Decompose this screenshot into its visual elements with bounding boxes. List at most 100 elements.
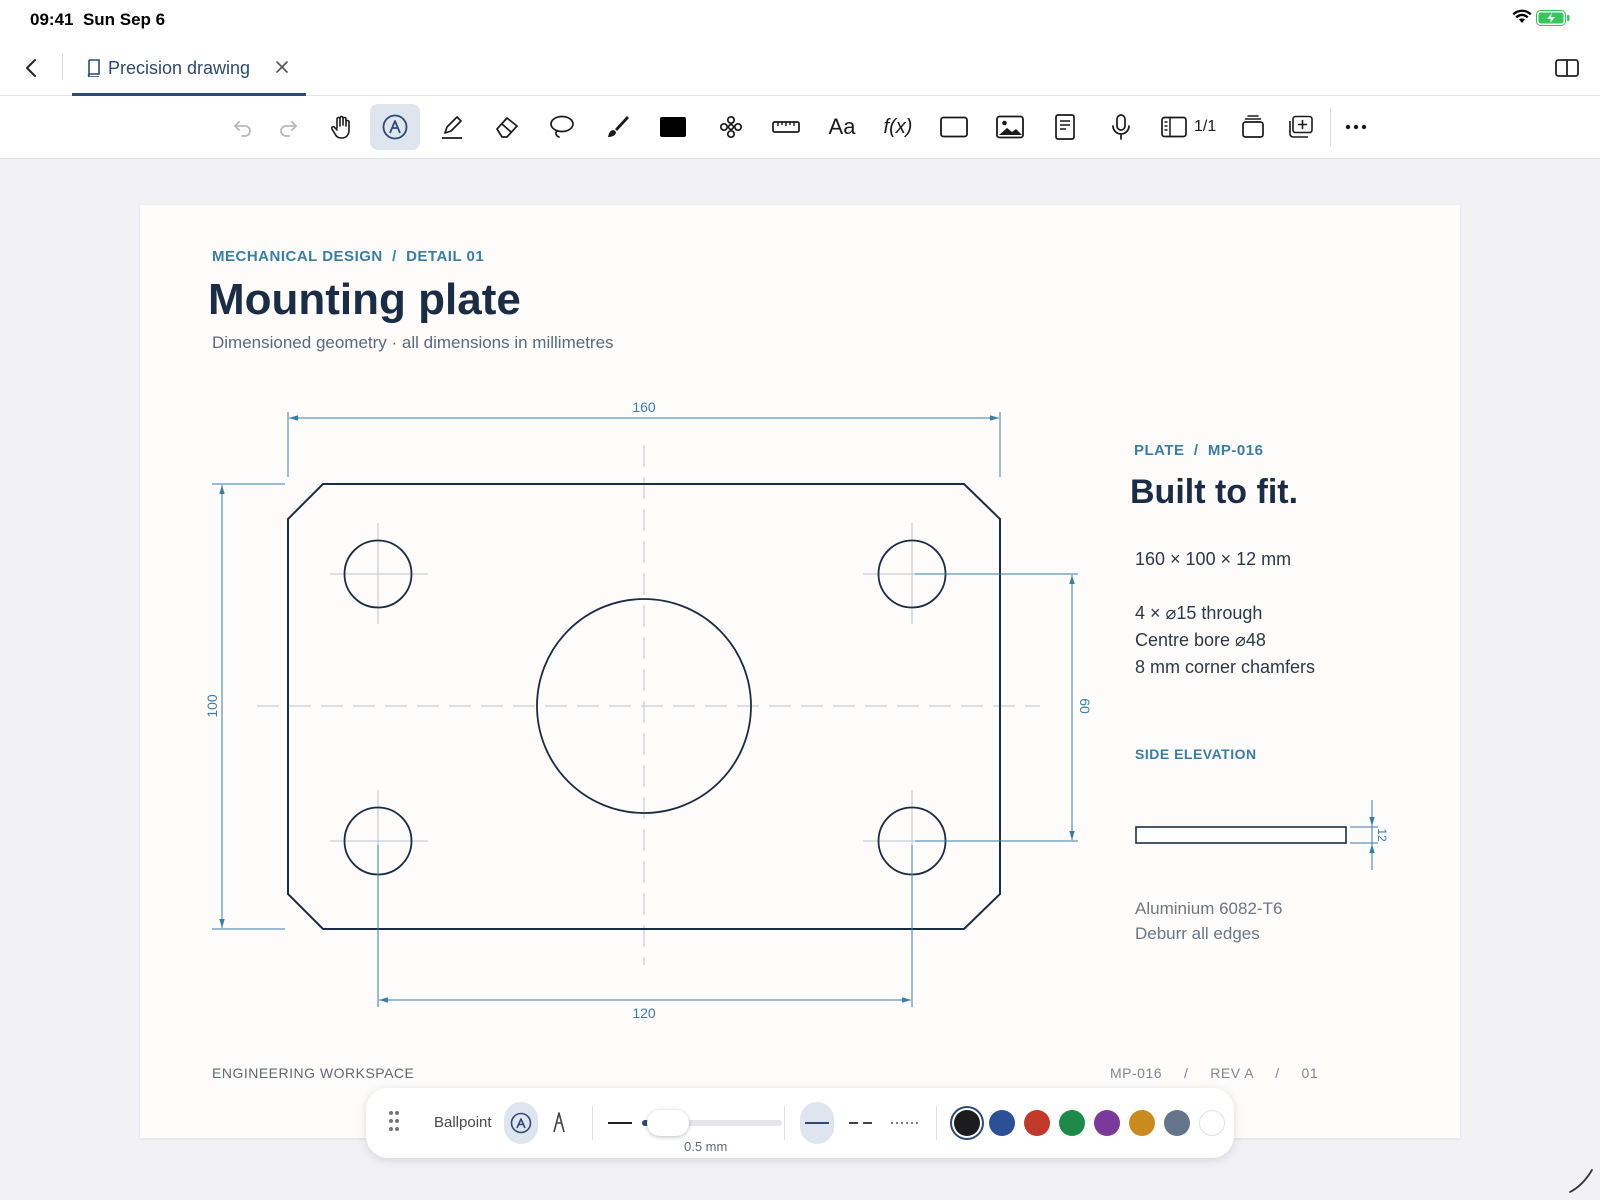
text-tool[interactable]: Aa bbox=[817, 104, 867, 150]
swatch-color-purple[interactable] bbox=[1094, 1110, 1120, 1136]
frame-icon bbox=[940, 116, 968, 138]
dimension-lines bbox=[212, 412, 1078, 1007]
footer-workspace: ENGINEERING WORKSPACE bbox=[212, 1065, 415, 1081]
pen-tool[interactable] bbox=[370, 104, 420, 150]
dimension-thickness: 12 bbox=[1375, 828, 1389, 842]
drawing-page[interactable]: MECHANICAL DESIGN / DETAIL 01 Mounting p… bbox=[140, 205, 1460, 1138]
page-icon bbox=[1055, 114, 1075, 140]
line-style-solid[interactable] bbox=[800, 1102, 834, 1144]
ballpoint-icon bbox=[510, 1112, 532, 1134]
tab-precision-drawing[interactable]: Precision drawing bbox=[72, 38, 306, 96]
spec-bore: Centre bore ⌀48 bbox=[1135, 630, 1266, 650]
add-page-tool[interactable] bbox=[1276, 104, 1326, 150]
microphone-icon bbox=[1112, 114, 1130, 140]
hand-tool[interactable] bbox=[316, 104, 366, 150]
page-layout-icon bbox=[1161, 116, 1187, 138]
status-time: 09:41 Sun Sep 6 bbox=[30, 10, 166, 29]
filled-rectangle-icon bbox=[660, 117, 686, 137]
redo-button[interactable] bbox=[263, 104, 313, 150]
hand-icon bbox=[330, 115, 350, 139]
toolbar: Aa f(x) 1/1 bbox=[0, 96, 1600, 159]
pen-settings-panel: Ballpoint 0.5 mm bbox=[366, 1088, 1234, 1158]
sticker-tool[interactable] bbox=[706, 104, 756, 150]
dimension-hole-spacing-x: 120 bbox=[632, 1005, 656, 1021]
spec-tag: PLATE / MP-016 bbox=[1134, 442, 1264, 459]
tab-label: Precision drawing bbox=[108, 58, 251, 78]
page-count: 1/1 bbox=[1194, 118, 1217, 135]
fountain-pen-icon bbox=[553, 1112, 565, 1133]
dimension-hole-spacing-y: 60 bbox=[1077, 698, 1093, 714]
swatch-color-grey[interactable] bbox=[1164, 1110, 1190, 1136]
sticker-icon bbox=[719, 115, 743, 139]
wifi-icon bbox=[1512, 9, 1532, 30]
fountain-pen-button[interactable] bbox=[550, 1110, 568, 1139]
highlighter-tool[interactable] bbox=[427, 104, 477, 150]
status-bar: 09:41 Sun Sep 6 bbox=[0, 0, 1600, 38]
pencil-stroke-icon bbox=[1568, 1168, 1594, 1199]
lasso-tool[interactable] bbox=[537, 104, 587, 150]
spec-holes: 4 × ⌀15 through bbox=[1135, 603, 1263, 623]
ruler-tool[interactable] bbox=[761, 104, 811, 150]
chevron-left-icon bbox=[26, 59, 36, 77]
thickness-dimension bbox=[1350, 800, 1378, 870]
swatch-color-black[interactable] bbox=[954, 1110, 980, 1136]
eraser-tool[interactable] bbox=[482, 104, 532, 150]
line-style-dotted[interactable] bbox=[888, 1102, 922, 1144]
side-elevation-plate bbox=[1135, 826, 1347, 844]
spec-chamfers: 8 mm corner chamfers bbox=[1135, 657, 1316, 677]
pen-name: Ballpoint bbox=[434, 1114, 492, 1131]
swatch-color-white[interactable] bbox=[1199, 1110, 1225, 1136]
microphone-tool[interactable] bbox=[1096, 104, 1146, 150]
panel-separator bbox=[592, 1106, 593, 1140]
centre-lines bbox=[257, 445, 1040, 965]
brush-tool[interactable] bbox=[592, 104, 642, 150]
thin-line-icon bbox=[608, 1122, 632, 1124]
slider-thumb[interactable] bbox=[647, 1110, 690, 1136]
panel-separator bbox=[936, 1106, 937, 1140]
side-elevation-tag: SIDE ELEVATION bbox=[1135, 746, 1257, 762]
frame-tool[interactable] bbox=[929, 104, 979, 150]
ruler-icon bbox=[772, 121, 800, 133]
page-tool[interactable] bbox=[1040, 104, 1090, 150]
formula-tool[interactable]: f(x) bbox=[873, 104, 923, 150]
lasso-icon bbox=[550, 115, 574, 138]
text-tool-label: Aa bbox=[828, 114, 856, 139]
spec-title: Built to fit. bbox=[1130, 473, 1299, 511]
material-note: Aluminium 6082-T6 bbox=[1135, 899, 1283, 918]
dimension-height: 100 bbox=[204, 694, 220, 718]
swatch-color-green[interactable] bbox=[1059, 1110, 1085, 1136]
more-icon bbox=[1345, 124, 1367, 130]
thickness-slider[interactable] bbox=[642, 1110, 782, 1136]
undo-icon bbox=[233, 121, 251, 137]
page-layout-tool[interactable] bbox=[1149, 104, 1199, 150]
footer-reference: MP-016 / REV A / 01 bbox=[1110, 1065, 1319, 1081]
back-button[interactable] bbox=[20, 56, 44, 80]
battery-charging-icon bbox=[1536, 10, 1570, 31]
pages-icon bbox=[1242, 115, 1264, 138]
shape-tool[interactable] bbox=[648, 104, 698, 150]
close-icon[interactable] bbox=[275, 60, 289, 79]
panel-separator bbox=[784, 1106, 785, 1140]
spec-size: 160 × 100 × 12 mm bbox=[1135, 549, 1292, 569]
image-tool[interactable] bbox=[985, 104, 1035, 150]
dimension-width: 160 bbox=[632, 399, 656, 415]
pages-tool[interactable] bbox=[1228, 104, 1278, 150]
swatch-color-red[interactable] bbox=[1024, 1110, 1050, 1136]
formula-label: f(x) bbox=[883, 115, 913, 138]
more-button[interactable] bbox=[1331, 104, 1381, 150]
redo-icon bbox=[280, 121, 298, 137]
add-page-icon bbox=[1289, 115, 1313, 138]
drag-handle-icon[interactable] bbox=[388, 1110, 400, 1137]
ballpoint-pen-button[interactable] bbox=[504, 1102, 538, 1144]
undo-button[interactable] bbox=[218, 104, 268, 150]
highlighter-icon bbox=[442, 116, 462, 139]
swatch-color-blue[interactable] bbox=[989, 1110, 1015, 1136]
line-style-dashed[interactable] bbox=[844, 1102, 878, 1144]
pen-icon bbox=[382, 114, 408, 140]
swatch-color-orange[interactable] bbox=[1129, 1110, 1155, 1136]
split-view-icon[interactable] bbox=[1555, 58, 1579, 83]
image-icon bbox=[996, 115, 1024, 139]
brush-icon bbox=[608, 116, 629, 137]
thickness-value: 0.5 mm bbox=[684, 1139, 728, 1154]
eraser-icon bbox=[496, 117, 518, 138]
